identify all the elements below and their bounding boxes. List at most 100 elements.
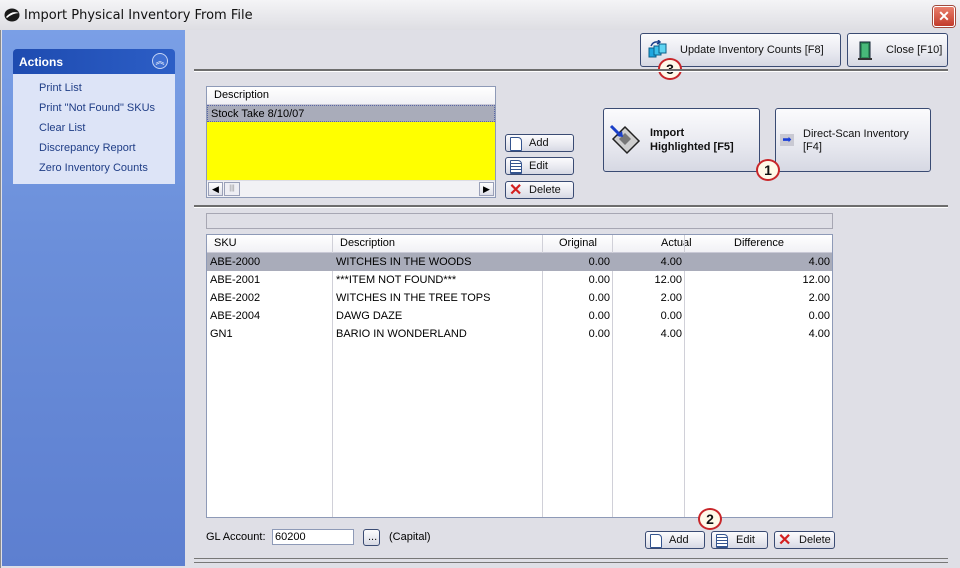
bottom-border	[194, 558, 948, 563]
items-edit-label: Edit	[736, 534, 755, 546]
progress-bar	[206, 213, 833, 229]
cell-actual: 2.00	[660, 292, 682, 304]
files-header-description[interactable]: Description	[207, 87, 495, 105]
delete-x-icon: ✕	[778, 532, 792, 549]
action-print-list[interactable]: Print List	[39, 80, 175, 100]
cell-actual: 0.00	[660, 310, 682, 322]
table-row[interactable]: ABE-2004 DAWG DAZE 0.00 0.00 0.00	[207, 307, 832, 325]
cell-difference: 4.00	[808, 328, 830, 340]
title-bar: Import Physical Inventory From File ✕	[0, 0, 960, 31]
import-files-list[interactable]: Description Stock Take 8/10/07 ◀ ||| ▶	[206, 86, 496, 198]
gl-account-label: GL Account:	[206, 531, 266, 543]
inventory-items-grid[interactable]: SKU Description Original Actual Differen…	[206, 234, 833, 518]
column-header-actual[interactable]: Actual	[661, 235, 692, 252]
cell-description: WITCHES IN THE TREE TOPS	[336, 292, 491, 304]
cell-description: WITCHES IN THE WOODS	[336, 256, 472, 268]
table-row[interactable]: ABE-2000 WITCHES IN THE WOODS 0.00 4.00 4.00	[207, 253, 832, 271]
close-button-label: Close [F10]	[886, 44, 943, 56]
cell-sku: ABE-2000	[210, 256, 261, 268]
cell-original: 0.00	[588, 292, 610, 304]
files-add-label: Add	[529, 137, 549, 149]
edit-document-icon	[716, 534, 728, 548]
cell-original: 0.00	[588, 310, 610, 322]
cell-original: 0.00	[588, 274, 610, 286]
column-header-description[interactable]: Description	[340, 235, 395, 252]
window-title: Import Physical Inventory From File	[24, 8, 253, 23]
app-logo-icon	[4, 8, 20, 22]
update-counts-icon	[648, 40, 667, 58]
items-edit-button[interactable]: Edit	[711, 531, 768, 549]
cell-description: BARIO IN WONDERLAND	[336, 328, 467, 340]
scroll-right-icon[interactable]: ▶	[479, 182, 494, 196]
column-header-difference[interactable]: Difference	[734, 235, 784, 252]
cell-difference: 12.00	[802, 274, 830, 286]
delete-x-icon: ✕	[509, 182, 523, 199]
scroll-left-icon[interactable]: ◀	[208, 182, 223, 196]
gl-account-input[interactable]	[272, 529, 354, 545]
floppy-disk-import-icon	[609, 124, 641, 155]
new-document-icon	[650, 534, 662, 548]
edit-document-icon	[510, 160, 522, 174]
actions-list: Print List Print "Not Found" SKUs Clear …	[13, 74, 175, 184]
cell-sku: ABE-2001	[210, 274, 261, 286]
update-inventory-counts-label: Update Inventory Counts [F8]	[680, 44, 824, 56]
cell-original: 0.00	[588, 328, 610, 340]
items-delete-button[interactable]: ✕ Delete	[774, 531, 835, 549]
action-print-not-found-skus[interactable]: Print "Not Found" SKUs	[39, 100, 175, 120]
action-zero-inventory-counts[interactable]: Zero Inventory Counts	[39, 160, 175, 180]
grid-header: SKU Description Original Actual Differen…	[207, 235, 832, 253]
files-delete-button[interactable]: ✕ Delete	[505, 181, 574, 199]
cell-original: 0.00	[588, 256, 610, 268]
browse-label: ...	[368, 531, 378, 543]
actions-panel-title: Actions	[19, 55, 64, 69]
cell-actual: 4.00	[660, 256, 682, 268]
direct-scan-inventory-button[interactable]: ➡ Direct-Scan Inventory [F4]	[775, 108, 931, 172]
cell-difference: 0.00	[808, 310, 830, 322]
actions-panel-header[interactable]: Actions ︽	[13, 49, 175, 74]
action-clear-list[interactable]: Clear List	[39, 120, 175, 140]
files-edit-label: Edit	[529, 160, 548, 172]
cell-sku: GN1	[210, 328, 233, 340]
close-button[interactable]: Close [F10]	[847, 33, 948, 67]
files-row[interactable]: Stock Take 8/10/07	[207, 105, 495, 122]
table-row[interactable]: GN1 BARIO IN WONDERLAND 0.00 4.00 4.00	[207, 325, 832, 343]
direct-scan-label-line2: [F4]	[803, 141, 822, 153]
middle-separator	[194, 205, 948, 208]
items-delete-label: Delete	[799, 534, 831, 546]
scroll-thumb[interactable]: |||	[224, 182, 240, 196]
actions-panel: Actions ︽ Print List Print "Not Found" S…	[13, 49, 175, 184]
callout-1: 1	[756, 159, 780, 181]
action-discrepancy-report[interactable]: Discrepancy Report	[39, 140, 175, 160]
close-x-icon[interactable]: ✕	[933, 6, 955, 27]
import-label-line2: Highlighted [F5]	[650, 141, 734, 153]
cell-actual: 12.00	[654, 274, 682, 286]
table-row[interactable]: ABE-2001 ***ITEM NOT FOUND*** 0.00 12.00 12.…	[207, 271, 832, 289]
cell-difference: 4.00	[808, 256, 830, 268]
column-header-original[interactable]: Original	[559, 235, 597, 252]
files-delete-label: Delete	[529, 184, 561, 196]
files-horizontal-scrollbar[interactable]: ◀ ||| ▶	[207, 180, 495, 197]
import-highlighted-button[interactable]: Import Highlighted [F5]	[603, 108, 760, 172]
items-add-label: Add	[669, 534, 689, 546]
new-document-icon	[510, 137, 522, 151]
column-header-sku[interactable]: SKU	[214, 235, 237, 252]
cell-description: ***ITEM NOT FOUND***	[336, 274, 457, 286]
top-separator	[194, 69, 948, 72]
blue-arrow-right-icon: ➡	[780, 134, 794, 146]
table-row[interactable]: ABE-2002 WITCHES IN THE TREE TOPS 0.00 2.00…	[207, 289, 832, 307]
callout-2: 2	[698, 508, 722, 530]
cell-difference: 2.00	[808, 292, 830, 304]
files-edit-button[interactable]: Edit	[505, 157, 574, 175]
cell-sku: ABE-2004	[210, 310, 261, 322]
items-add-button[interactable]: Add	[645, 531, 705, 549]
gl-account-browse-button[interactable]: ...	[363, 529, 380, 546]
gl-account-name: (Capital)	[389, 531, 431, 543]
import-label-line1: Import	[650, 127, 685, 139]
cell-description: DAWG DAZE	[336, 310, 403, 322]
cell-sku: ABE-2002	[210, 292, 261, 304]
double-chevron-up-icon[interactable]: ︽	[152, 53, 168, 69]
cell-actual: 4.00	[660, 328, 682, 340]
door-exit-icon	[858, 41, 872, 60]
files-add-button[interactable]: Add	[505, 134, 574, 152]
direct-scan-label-line1: Direct-Scan Inventory	[803, 128, 909, 140]
